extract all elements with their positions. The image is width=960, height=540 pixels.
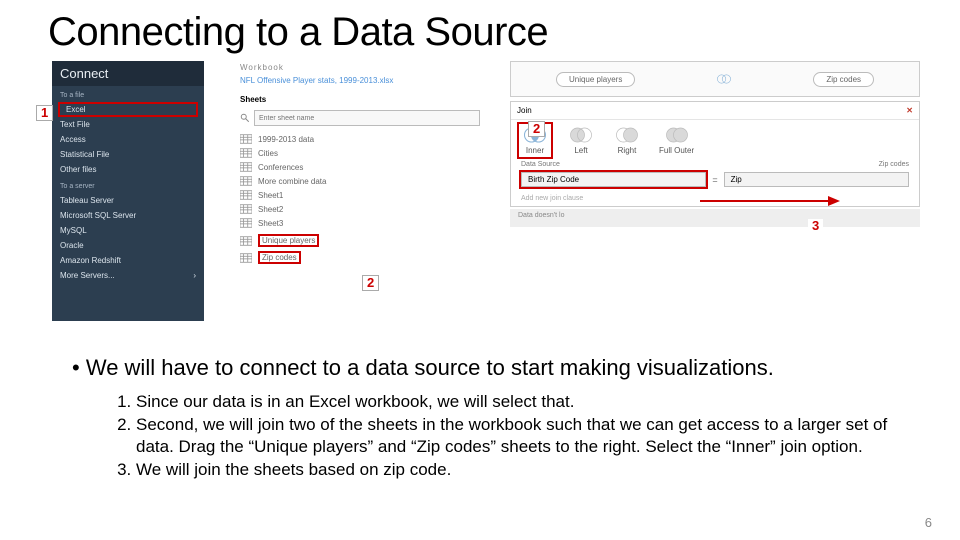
connect-header: Connect — [52, 61, 204, 86]
callout-2-join: 2 — [528, 121, 545, 137]
sheet-name: Sheet3 — [258, 219, 283, 228]
arrow-icon — [700, 194, 840, 208]
sheet-row[interactable]: Sheet2 — [240, 202, 480, 216]
connect-item-redshift[interactable]: Amazon Redshift — [52, 253, 204, 268]
equals-label: = — [712, 175, 717, 185]
sheet-icon — [240, 162, 252, 172]
sheet-row[interactable]: Sheet3 — [240, 216, 480, 230]
sheet-row[interactable]: Sheet1 — [240, 188, 480, 202]
step-item: Second, we will join two of the sheets i… — [136, 414, 920, 457]
sheet-name: 1999-2013 data — [258, 135, 314, 144]
sheet-name: Sheet1 — [258, 191, 283, 200]
search-icon — [240, 113, 250, 123]
to-file-label: To a file — [52, 86, 204, 102]
join-dialog: Join ✕ Inner Left Right Full Ou — [510, 101, 920, 207]
connect-item-tableauserver[interactable]: Tableau Server — [52, 193, 204, 208]
connect-item-otherfiles[interactable]: Other files — [52, 162, 204, 177]
callout-1: 1 — [36, 105, 53, 121]
sheet-row[interactable]: 1999-2013 data — [240, 132, 480, 146]
sheet-icon — [240, 236, 252, 246]
sheet-search-input[interactable] — [254, 110, 480, 126]
connect-item-oracle[interactable]: Oracle — [52, 238, 204, 253]
body-text: We will have to connect to a data source… — [40, 355, 920, 480]
sheet-icon — [240, 148, 252, 158]
screenshot-area: Connect To a file Excel Text File Access… — [40, 61, 920, 351]
sheet-icon — [240, 134, 252, 144]
sheet-icon — [240, 218, 252, 228]
sheet-name: Conferences — [258, 163, 303, 172]
connect-item-mysql[interactable]: MySQL — [52, 223, 204, 238]
sheet-icon — [240, 204, 252, 214]
join-left-field[interactable]: Birth Zip Code — [521, 172, 706, 187]
steps-list: Since our data is in an Excel workbook, … — [72, 391, 920, 480]
more-servers-label: More Servers... — [60, 271, 115, 280]
callout-3: 3 — [808, 219, 823, 233]
connect-panel: Connect To a file Excel Text File Access… — [52, 61, 204, 321]
step-item: Since our data is in an Excel workbook, … — [136, 391, 920, 412]
sheet-row[interactable]: More combine data — [240, 174, 480, 188]
canvas-table-right[interactable]: Zip codes — [813, 72, 874, 87]
sheets-label: Sheets — [240, 93, 480, 106]
join-canvas: Unique players Zip codes — [510, 61, 920, 97]
join-type-left[interactable]: Left — [567, 126, 595, 155]
join-types: Inner Left Right Full Outer — [511, 120, 919, 159]
join-type-right[interactable]: Right — [613, 126, 641, 155]
data-source-row: Data Source Zip codes — [511, 159, 919, 170]
ds-right-label: Zip codes — [715, 161, 909, 168]
join-dialog-title: Join — [517, 106, 532, 115]
bullet-text: We will have to connect to a data source… — [72, 355, 920, 381]
canvas-strip: Unique players Zip codes — [510, 61, 920, 97]
close-icon[interactable]: ✕ — [906, 106, 913, 115]
sheet-icon — [240, 253, 252, 263]
canvas-table-left[interactable]: Unique players — [556, 72, 635, 87]
connect-item-mssql[interactable]: Microsoft SQL Server — [52, 208, 204, 223]
sheet-name: Zip codes — [258, 251, 301, 264]
sheet-row-zip-codes[interactable]: Zip codes — [240, 249, 480, 266]
sheet-search-row — [240, 110, 480, 126]
chevron-right-icon: › — [193, 271, 196, 280]
step-item: We will join the sheets based on zip cod… — [136, 459, 920, 480]
join-type-label: Inner — [526, 146, 544, 155]
sheet-icon — [240, 190, 252, 200]
grey-strip: Data doesn't lo — [510, 209, 920, 227]
callout-2-sheets: 2 — [362, 275, 379, 291]
connect-item-textfile[interactable]: Text File — [52, 117, 204, 132]
connect-item-excel[interactable]: Excel — [58, 102, 198, 117]
sheet-name: More combine data — [258, 177, 326, 186]
to-server-label: To a server — [52, 177, 204, 193]
workbook-header: Workbook — [240, 61, 480, 74]
sheet-name: Sheet2 — [258, 205, 283, 214]
page-number: 6 — [925, 515, 932, 530]
connect-item-moreservers[interactable]: More Servers... › — [52, 268, 204, 283]
sheet-icon — [240, 176, 252, 186]
join-type-label: Full Outer — [659, 146, 694, 155]
sheet-row-unique-players[interactable]: Unique players — [240, 232, 480, 249]
workbook-panel: Workbook NFL Offensive Player stats, 199… — [240, 61, 480, 266]
connect-item-access[interactable]: Access — [52, 132, 204, 147]
sheet-row[interactable]: Cities — [240, 146, 480, 160]
join-type-label: Right — [618, 146, 637, 155]
slide: Connecting to a Data Source Connect To a… — [0, 0, 960, 540]
sheet-name: Unique players — [258, 234, 319, 247]
join-field-row: Birth Zip Code = Zip — [511, 170, 919, 193]
join-type-label: Left — [574, 146, 587, 155]
join-right-field[interactable]: Zip — [724, 172, 909, 187]
slide-title: Connecting to a Data Source — [48, 10, 920, 55]
venn-icon — [715, 73, 733, 85]
join-type-fullouter[interactable]: Full Outer — [659, 126, 694, 155]
sheet-name: Cities — [258, 149, 278, 158]
ds-left-label: Data Source — [521, 161, 715, 168]
sheet-row[interactable]: Conferences — [240, 160, 480, 174]
workbook-filename: NFL Offensive Player stats, 1999-2013.xl… — [240, 74, 480, 93]
connect-item-statfile[interactable]: Statistical File — [52, 147, 204, 162]
